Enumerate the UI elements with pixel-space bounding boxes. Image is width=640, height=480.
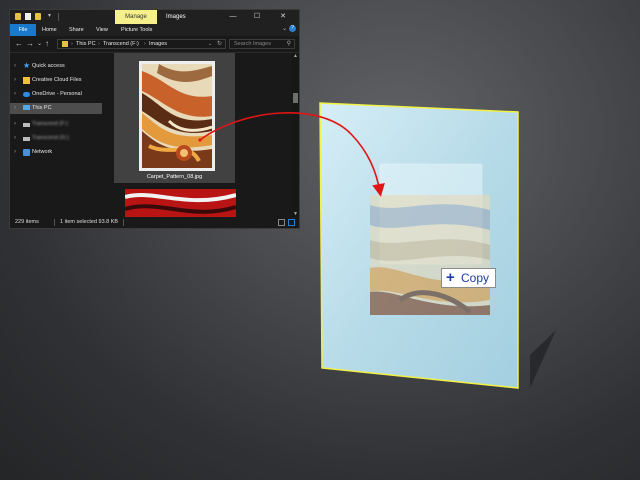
expand-chevron-icon[interactable]: › (14, 89, 16, 100)
selection-info: 1 item selected 93.8 KB (60, 219, 119, 225)
large-icons-view-icon[interactable] (288, 219, 295, 226)
refresh-icon[interactable]: ↻ (217, 40, 222, 49)
customize-toolbar-chevron-icon[interactable]: ▾ (48, 12, 51, 19)
expand-chevron-icon[interactable]: › (14, 119, 16, 130)
file-explorer-window: ▾ Manage Images — ☐ ✕ File Home Share Vi… (9, 9, 300, 229)
search-icon: ⚲ (286, 41, 291, 47)
red-pattern-image (125, 189, 236, 217)
carpet-pattern-image (142, 64, 213, 168)
file-list: Carpet_Pattern_08.jpg (110, 53, 292, 217)
star-icon: ★ (23, 61, 31, 70)
close-button[interactable]: ✕ (272, 10, 294, 24)
image-thumbnail[interactable] (125, 189, 236, 217)
scroll-up-icon[interactable]: ▲ (292, 53, 299, 59)
expand-chevron-icon[interactable]: › (14, 133, 16, 144)
status-divider (54, 219, 55, 226)
copy-label: Copy (461, 271, 490, 285)
vertical-scrollbar[interactable]: ▲ ▼ (292, 53, 299, 217)
navigation-bar: ← → ⌄ ↑ › This PC › Transcend (F:) › Ima… (10, 36, 299, 53)
tab-view[interactable]: View (96, 24, 108, 36)
drive-icon (23, 123, 30, 127)
breadcrumb-transcend[interactable]: Transcend (F:) (103, 40, 139, 49)
file-tile-selected[interactable]: Carpet_Pattern_08.jpg (114, 53, 235, 183)
details-view-icon[interactable] (278, 219, 285, 226)
file-name: Carpet_Pattern_08.jpg (146, 174, 203, 180)
address-dropdown-chevron-icon[interactable]: ⌄ (208, 40, 212, 49)
plus-icon: + (446, 269, 455, 286)
sidebar-item-quick-access[interactable]: › ★ Quick access (10, 61, 102, 72)
search-input[interactable]: Search Images ⚲ (229, 39, 295, 49)
expand-chevron-icon[interactable]: › (14, 61, 16, 72)
sidebar-item-label: This PC (32, 105, 52, 111)
folder-icon (62, 41, 68, 47)
sidebar-item-this-pc[interactable]: › This PC (10, 103, 102, 114)
drive-icon (23, 137, 30, 141)
tab-file[interactable]: File (10, 24, 36, 36)
copy-tooltip: + Copy (441, 268, 496, 288)
properties-icon[interactable] (25, 13, 31, 20)
maximize-button[interactable]: ☐ (246, 10, 268, 24)
toolbar-divider (58, 13, 59, 21)
help-icon[interactable]: ? (289, 25, 296, 32)
expand-chevron-icon[interactable]: › (14, 75, 16, 86)
status-bar: 229 items 1 item selected 93.8 KB (10, 217, 299, 228)
sidebar-item-label: OneDrive - Personal (32, 91, 82, 97)
navigation-pane: › ★ Quick access › Creative Cloud Files … (10, 53, 102, 217)
drop-target-panel (319, 102, 519, 389)
breadcrumb-separator: › (98, 41, 100, 47)
expand-chevron-icon[interactable]: › (14, 103, 16, 114)
minimize-button[interactable]: — (222, 10, 244, 24)
sidebar-item-creative-cloud[interactable]: › Creative Cloud Files (10, 75, 102, 86)
breadcrumb-separator: › (71, 41, 73, 47)
item-count: 229 items (15, 219, 39, 225)
folder-icon[interactable] (15, 13, 21, 20)
drag-ghost-card (379, 163, 483, 265)
panel-shadow (530, 330, 556, 388)
breadcrumb-separator: › (144, 41, 146, 47)
ribbon-tab-bar: File Home Share View Picture Tools ⌄ ? (10, 24, 299, 36)
breadcrumb-images[interactable]: Images (149, 40, 167, 49)
up-arrow-icon[interactable]: ↑ (45, 39, 49, 49)
image-thumbnail[interactable] (139, 61, 215, 171)
sidebar-item-label: Quick access (32, 63, 65, 69)
sidebar-item-network[interactable]: › Network (10, 147, 102, 158)
forward-arrow-icon[interactable]: → (26, 39, 34, 49)
sidebar-item-label: Transcend (G:) (32, 135, 69, 141)
tab-manage[interactable]: Manage (115, 10, 157, 24)
expand-chevron-icon[interactable]: › (14, 147, 16, 158)
status-divider (123, 219, 124, 226)
sidebar-item-drive-g[interactable]: › Transcend (G:) (10, 133, 102, 144)
scrollbar-thumb[interactable] (293, 93, 298, 103)
title-bar: ▾ Manage Images — ☐ ✕ (10, 10, 299, 24)
new-folder-icon[interactable] (35, 13, 41, 20)
tab-picture-tools[interactable]: Picture Tools (121, 24, 152, 36)
window-title: Images (166, 14, 186, 20)
sidebar-item-label: Network (32, 149, 53, 155)
network-icon (23, 149, 30, 156)
breadcrumb-this-pc[interactable]: This PC (76, 40, 96, 49)
tab-home[interactable]: Home (42, 24, 57, 36)
sidebar-item-label: Transcend (F:) (32, 121, 68, 127)
creative-cloud-icon (23, 77, 30, 84)
recent-locations-chevron-icon[interactable]: ⌄ (37, 39, 42, 49)
sidebar-item-label: Creative Cloud Files (32, 77, 82, 83)
address-bar[interactable]: › This PC › Transcend (F:) › Images ⌄ ↻ (57, 39, 226, 49)
search-placeholder: Search Images (234, 41, 271, 47)
back-arrow-icon[interactable]: ← (15, 39, 23, 49)
pc-icon (23, 105, 30, 110)
sidebar-item-drive-f[interactable]: › Transcend (F:) (10, 119, 102, 130)
drag-ghost-image (370, 195, 490, 315)
sidebar-item-onedrive[interactable]: › OneDrive - Personal (10, 89, 102, 100)
tab-share[interactable]: Share (69, 24, 84, 36)
expand-ribbon-chevron-icon[interactable]: ⌄ (282, 25, 287, 32)
onedrive-icon (23, 92, 30, 97)
